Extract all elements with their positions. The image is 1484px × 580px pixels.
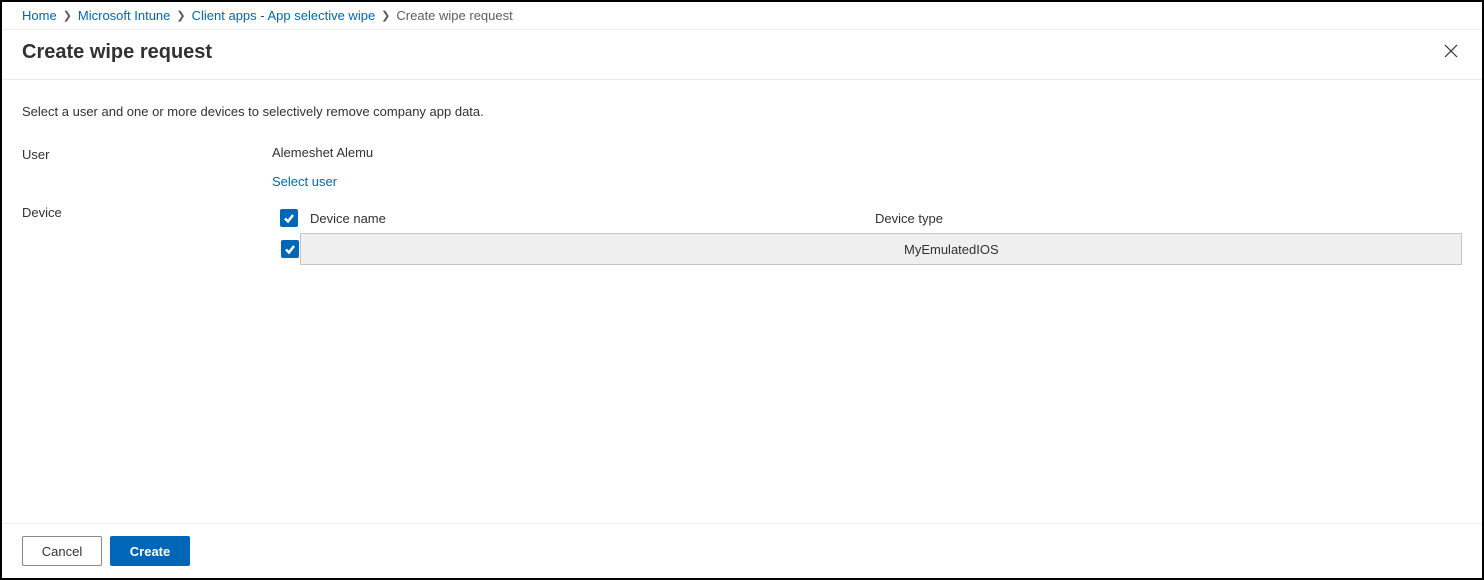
content-area: Select a user and one or more devices to… xyxy=(2,80,1482,523)
close-icon xyxy=(1444,44,1458,58)
user-row: User Alemeshet Alemu Select user xyxy=(22,145,1462,189)
row-checkbox[interactable] xyxy=(281,240,299,258)
device-table-header: Device name Device type xyxy=(272,203,1462,233)
breadcrumb-intune[interactable]: Microsoft Intune xyxy=(78,8,171,23)
cell-device-type: MyEmulatedIOS xyxy=(904,242,1453,257)
chevron-right-icon: ❯ xyxy=(63,9,72,22)
footer: Cancel Create xyxy=(2,523,1482,578)
chevron-right-icon: ❯ xyxy=(176,9,185,22)
chevron-right-icon: ❯ xyxy=(381,9,390,22)
user-label: User xyxy=(22,145,272,162)
device-label: Device xyxy=(22,203,272,220)
breadcrumb-current: Create wipe request xyxy=(396,8,512,23)
select-all-checkbox[interactable] xyxy=(280,209,298,227)
check-icon xyxy=(283,212,295,224)
col-device-name[interactable]: Device name xyxy=(310,211,875,226)
col-device-type[interactable]: Device type xyxy=(875,211,1454,226)
device-table: Device name Device type MyEmulatedIOS xyxy=(272,203,1462,265)
create-button[interactable]: Create xyxy=(110,536,190,566)
page-title: Create wipe request xyxy=(22,41,212,64)
device-row: Device Device name Device type xyxy=(22,203,1462,265)
intro-text: Select a user and one or more devices to… xyxy=(22,104,1462,119)
cancel-button[interactable]: Cancel xyxy=(22,536,102,566)
select-user-link[interactable]: Select user xyxy=(272,174,1462,189)
device-value: Device name Device type MyEmulatedIOS xyxy=(272,203,1462,265)
breadcrumb-client-apps[interactable]: Client apps - App selective wipe xyxy=(192,8,376,23)
user-value: Alemeshet Alemu Select user xyxy=(272,145,1462,189)
device-table-row[interactable]: MyEmulatedIOS xyxy=(300,233,1462,265)
check-icon xyxy=(284,243,296,255)
close-button[interactable] xyxy=(1440,40,1462,65)
page-header: Create wipe request xyxy=(2,30,1482,80)
breadcrumb: Home ❯ Microsoft Intune ❯ Client apps - … xyxy=(2,2,1482,30)
breadcrumb-home[interactable]: Home xyxy=(22,8,57,23)
user-name: Alemeshet Alemu xyxy=(272,145,1462,160)
